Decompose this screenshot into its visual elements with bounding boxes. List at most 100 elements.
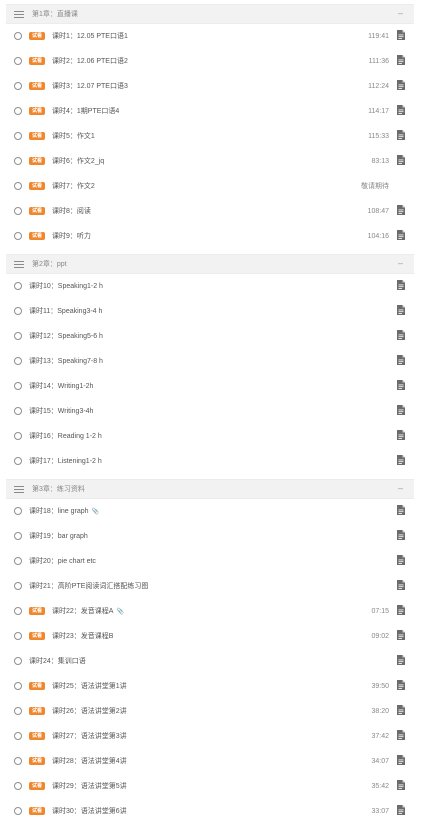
lesson-row[interactable]: 课时15：Writing3-4h — [6, 398, 414, 423]
document-icon[interactable] — [397, 605, 405, 615]
chapter-header[interactable]: 第2章：ppt – — [6, 254, 414, 274]
radio-circle-icon[interactable] — [14, 532, 22, 540]
radio-circle-icon[interactable] — [14, 782, 22, 790]
lesson-title[interactable]: 课时6：作文2_jq — [52, 157, 104, 166]
radio-circle-icon[interactable] — [14, 607, 22, 615]
radio-circle-icon[interactable] — [14, 207, 22, 215]
minus-icon[interactable]: – — [398, 258, 403, 268]
radio-circle-icon[interactable] — [14, 432, 22, 440]
lesson-row[interactable]: 试看 课时23：发音课程B 09:02 — [6, 623, 414, 648]
lesson-row[interactable]: 试看 课时22：发音课程A 📎 07:15 — [6, 598, 414, 623]
lesson-row[interactable]: 课时11：Speaking3-4 h — [6, 298, 414, 323]
lesson-title[interactable]: 课时11：Speaking3-4 h — [29, 307, 102, 316]
document-icon[interactable] — [397, 755, 405, 765]
lesson-row[interactable]: 课时19：bar graph — [6, 523, 414, 548]
lesson-row[interactable]: 试看 课时25：语法讲堂第1讲 39:50 — [6, 673, 414, 698]
radio-circle-icon[interactable] — [14, 32, 22, 40]
lesson-row[interactable]: 课时14：Writing1-2h — [6, 373, 414, 398]
document-icon[interactable] — [397, 780, 405, 790]
lesson-title[interactable]: 课时8：阅读 — [52, 207, 91, 216]
chapter-header[interactable]: 第1章：直播课 – — [6, 4, 414, 24]
lesson-title[interactable]: 课时2：12.06 PTE口语2 — [52, 57, 128, 66]
lesson-title[interactable]: 课时7：作文2 — [52, 182, 95, 191]
radio-circle-icon[interactable] — [14, 707, 22, 715]
radio-circle-icon[interactable] — [14, 657, 22, 665]
document-icon[interactable] — [397, 355, 405, 365]
radio-circle-icon[interactable] — [14, 182, 22, 190]
lesson-row[interactable]: 课时16：Reading 1-2 h — [6, 423, 414, 448]
lesson-row[interactable]: 试看 课时3：12.07 PTE口语3 112:24 — [6, 73, 414, 98]
lesson-row[interactable]: 试看 课时2：12.06 PTE口语2 111:36 — [6, 48, 414, 73]
lesson-row[interactable]: 课时18：line graph 📎 — [6, 498, 414, 523]
minus-icon[interactable]: – — [398, 8, 403, 18]
lesson-title[interactable]: 课时21：高阶PTE阅读词汇搭配练习图 — [29, 582, 148, 591]
document-icon[interactable] — [397, 405, 405, 415]
document-icon[interactable] — [397, 380, 405, 390]
lesson-title[interactable]: 课时12：Speaking5-6 h — [29, 332, 103, 341]
lesson-row[interactable]: 试看 课时27：语法讲堂第3讲 37:42 — [6, 723, 414, 748]
radio-circle-icon[interactable] — [14, 132, 22, 140]
radio-circle-icon[interactable] — [14, 682, 22, 690]
document-icon[interactable] — [397, 155, 405, 165]
document-icon[interactable] — [397, 730, 405, 740]
lesson-title[interactable]: 课时28：语法讲堂第4讲 — [52, 757, 127, 766]
lesson-title[interactable]: 课时18：line graph 📎 — [29, 507, 99, 517]
document-icon[interactable] — [397, 455, 405, 465]
lesson-row[interactable]: 试看 课时5：作文1 115:33 — [6, 123, 414, 148]
radio-circle-icon[interactable] — [14, 757, 22, 765]
lesson-title[interactable]: 课时10：Speaking1-2 h — [29, 282, 103, 291]
document-icon[interactable] — [397, 105, 405, 115]
radio-circle-icon[interactable] — [14, 282, 22, 290]
lesson-row[interactable]: 试看 课时9：听力 104:16 — [6, 223, 414, 248]
radio-circle-icon[interactable] — [14, 407, 22, 415]
document-icon[interactable] — [397, 80, 405, 90]
document-icon[interactable] — [397, 705, 405, 715]
lesson-row[interactable]: 试看 课时28：语法讲堂第4讲 34:07 — [6, 748, 414, 773]
lesson-row[interactable]: 课时21：高阶PTE阅读词汇搭配练习图 — [6, 573, 414, 598]
document-icon[interactable] — [397, 305, 405, 315]
lesson-row[interactable]: 试看 课时29：语法讲堂第5讲 35:42 — [6, 773, 414, 798]
lesson-title[interactable]: 课时1：12.05 PTE口语1 — [52, 32, 128, 41]
lesson-title[interactable]: 课时9：听力 — [52, 232, 91, 241]
chapter-header[interactable]: 第3章：练习资料 – — [6, 479, 414, 499]
lesson-title[interactable]: 课时24：集训口语 — [29, 657, 86, 666]
lesson-title[interactable]: 课时20：pie chart etc — [29, 557, 96, 566]
document-icon[interactable] — [397, 580, 405, 590]
radio-circle-icon[interactable] — [14, 107, 22, 115]
radio-circle-icon[interactable] — [14, 307, 22, 315]
radio-circle-icon[interactable] — [14, 807, 22, 815]
lesson-row[interactable]: 课时24：集训口语 — [6, 648, 414, 673]
radio-circle-icon[interactable] — [14, 332, 22, 340]
document-icon[interactable] — [397, 130, 405, 140]
lesson-row[interactable]: 课时13：Speaking7-8 h — [6, 348, 414, 373]
radio-circle-icon[interactable] — [14, 157, 22, 165]
document-icon[interactable] — [397, 330, 405, 340]
radio-circle-icon[interactable] — [14, 357, 22, 365]
lesson-title[interactable]: 课时26：语法讲堂第2讲 — [52, 707, 127, 716]
document-icon[interactable] — [397, 30, 405, 40]
document-icon[interactable] — [397, 505, 405, 515]
document-icon[interactable] — [397, 555, 405, 565]
document-icon[interactable] — [397, 630, 405, 640]
radio-circle-icon[interactable] — [14, 232, 22, 240]
document-icon[interactable] — [397, 230, 405, 240]
lesson-title[interactable]: 课时19：bar graph — [29, 532, 88, 541]
radio-circle-icon[interactable] — [14, 82, 22, 90]
radio-circle-icon[interactable] — [14, 382, 22, 390]
lesson-title[interactable]: 课时16：Reading 1-2 h — [29, 432, 102, 441]
lesson-row[interactable]: 课时12：Speaking5-6 h — [6, 323, 414, 348]
document-icon[interactable] — [397, 430, 405, 440]
lesson-row[interactable]: 试看 课时26：语法讲堂第2讲 38:20 — [6, 698, 414, 723]
lesson-row[interactable]: 试看 课时7：作文2 敬请期待 — [6, 173, 414, 198]
radio-circle-icon[interactable] — [14, 582, 22, 590]
document-icon[interactable] — [397, 205, 405, 215]
lesson-row[interactable]: 试看 课时6：作文2_jq 83:13 — [6, 148, 414, 173]
document-icon[interactable] — [397, 530, 405, 540]
document-icon[interactable] — [397, 280, 405, 290]
radio-circle-icon[interactable] — [14, 507, 22, 515]
lesson-row[interactable]: 课时20：pie chart etc — [6, 548, 414, 573]
document-icon[interactable] — [397, 805, 405, 815]
radio-circle-icon[interactable] — [14, 732, 22, 740]
lesson-title[interactable]: 课时27：语法讲堂第3讲 — [52, 732, 127, 741]
lesson-title[interactable]: 课时29：语法讲堂第5讲 — [52, 782, 127, 791]
